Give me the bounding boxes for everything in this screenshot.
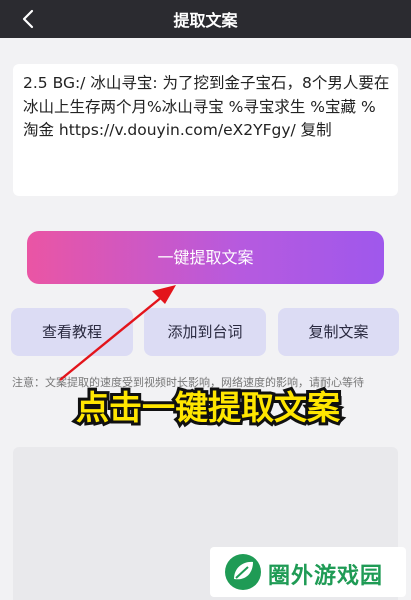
share-text-content[interactable]: 2.5 BG:/ 冰山寻宝: 为了挖到金子宝石，8个男人要在冰山上生存两个月%冰…: [23, 72, 391, 143]
view-tutorial-button[interactable]: 查看教程: [11, 308, 133, 356]
instruction-caption: 点击一键提取文案: [73, 385, 343, 430]
extract-text-button[interactable]: 一键提取文案: [27, 231, 384, 284]
top-bar: 提取文案: [0, 0, 411, 38]
copy-text-button[interactable]: 复制文案: [278, 308, 399, 356]
leaf-logo-icon: [225, 554, 261, 590]
add-to-lines-button[interactable]: 添加到台词: [144, 308, 266, 356]
share-text-box[interactable]: 2.5 BG:/ 冰山寻宝: 为了挖到金子宝石，8个男人要在冰山上生存两个月%冰…: [13, 64, 398, 196]
site-watermark: 圈外游戏园: [210, 547, 406, 597]
watermark-text: 圈外游戏园: [268, 564, 384, 589]
page-title: 提取文案: [173, 11, 238, 30]
